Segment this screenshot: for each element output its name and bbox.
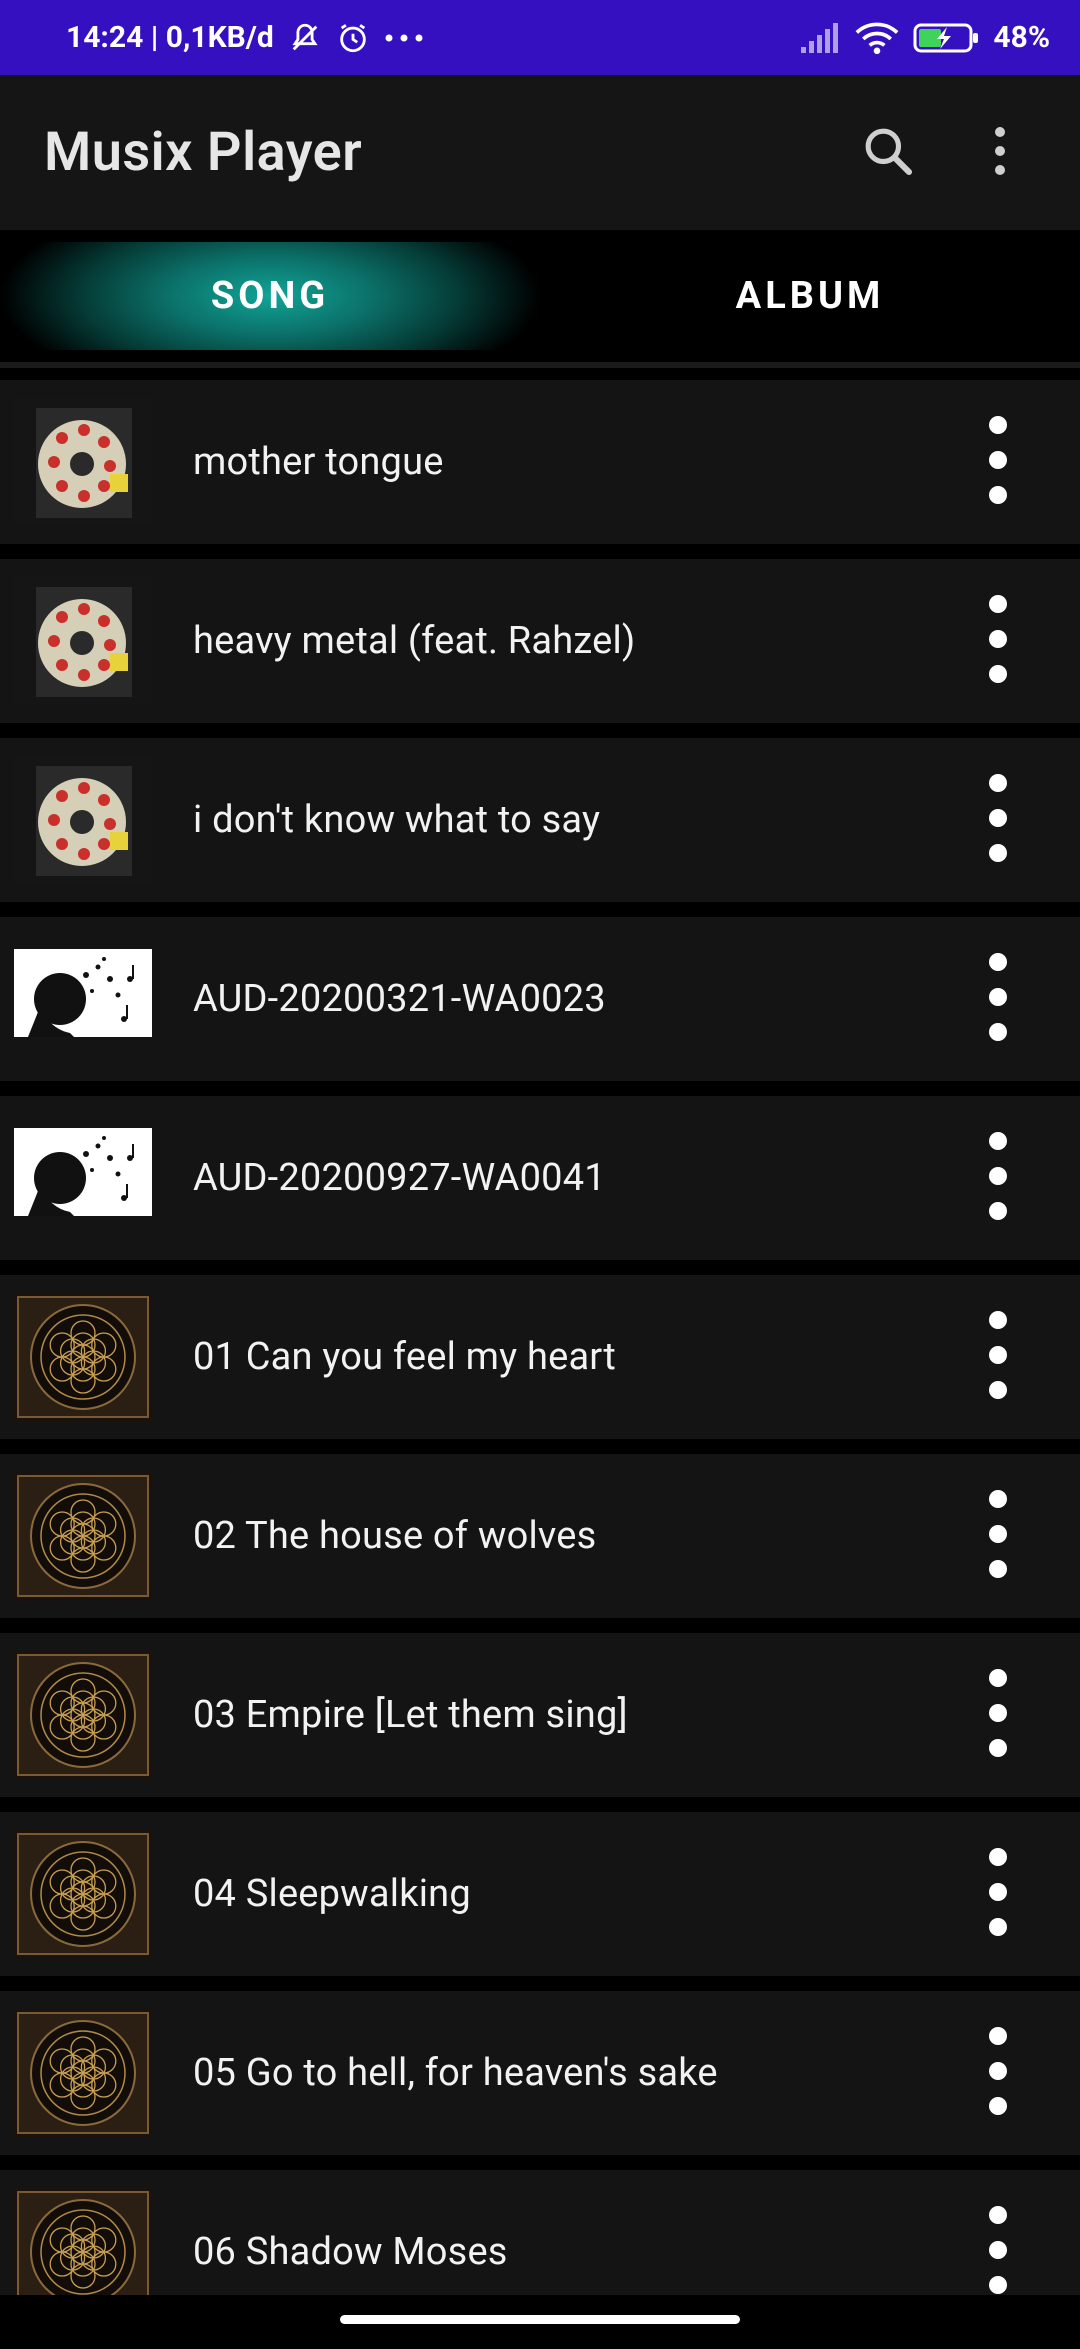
more-vert-icon xyxy=(987,951,1009,1047)
status-time: 14:24 | 0,1KB/d xyxy=(66,20,274,55)
song-title: 06 Shadow Moses xyxy=(193,2230,508,2274)
song-title: 04 Sleepwalking xyxy=(193,1872,471,1916)
song-options-button[interactable] xyxy=(968,1660,1028,1770)
home-gesture-handle[interactable] xyxy=(340,2315,740,2324)
album-art-thumbnail xyxy=(14,1830,152,1958)
song-row[interactable]: heavy metal (feat. Rahzel) xyxy=(0,559,1080,723)
song-options-button[interactable] xyxy=(968,765,1028,875)
album-art-thumbnail xyxy=(14,1472,152,1600)
app-title: Musix Player xyxy=(44,121,363,184)
more-vert-icon xyxy=(987,414,1009,510)
more-vert-icon xyxy=(987,772,1009,868)
alarm-icon xyxy=(336,21,370,55)
song-options-button[interactable] xyxy=(968,944,1028,1054)
more-vert-icon xyxy=(987,2204,1009,2300)
more-status-icon xyxy=(384,33,424,43)
song-title: 05 Go to hell, for heaven's sake xyxy=(193,2051,718,2095)
tab-song[interactable]: SONG xyxy=(0,242,540,350)
more-vert-icon xyxy=(987,1130,1009,1226)
overflow-menu-button[interactable] xyxy=(964,117,1036,189)
song-title: heavy metal (feat. Rahzel) xyxy=(193,619,636,663)
battery-charging-icon xyxy=(913,22,979,54)
album-art-thumbnail xyxy=(14,1114,152,1242)
tab-album[interactable]: ALBUM xyxy=(540,230,1080,362)
song-row[interactable]: i don't know what to say xyxy=(0,738,1080,902)
song-title: 01 Can you feel my heart xyxy=(193,1335,616,1379)
more-vert-icon xyxy=(987,1667,1009,1763)
song-options-button[interactable] xyxy=(968,2197,1028,2307)
song-row[interactable]: mother tongue xyxy=(0,380,1080,544)
song-options-button[interactable] xyxy=(968,407,1028,517)
song-title: 02 The house of wolves xyxy=(193,1514,597,1558)
battery-percent: 48% xyxy=(993,20,1050,55)
more-vert-icon xyxy=(987,1488,1009,1584)
song-title: i don't know what to say xyxy=(193,798,601,842)
album-art-thumbnail xyxy=(14,2009,152,2137)
more-vert-icon xyxy=(987,1309,1009,1405)
song-row[interactable]: AUD-20200927-WA0041 xyxy=(0,1096,1080,1260)
tab-divider xyxy=(0,362,1080,368)
album-art-thumbnail xyxy=(14,398,152,526)
tab-bar: SONG ALBUM xyxy=(0,230,1080,362)
song-title: AUD-20200927-WA0041 xyxy=(193,1156,606,1200)
album-art-thumbnail xyxy=(14,1293,152,1421)
song-row[interactable]: 01 Can you feel my heart xyxy=(0,1275,1080,1439)
song-row[interactable]: AUD-20200321-WA0023 xyxy=(0,917,1080,1081)
song-list: mother tongue heavy metal (feat. Rahzel)… xyxy=(0,380,1080,2349)
song-row[interactable]: 02 The house of wolves xyxy=(0,1454,1080,1618)
song-row[interactable]: 05 Go to hell, for heaven's sake xyxy=(0,1991,1080,2155)
song-options-button[interactable] xyxy=(968,1123,1028,1233)
song-title: 03 Empire [Let them sing] xyxy=(193,1693,628,1737)
song-options-button[interactable] xyxy=(968,2018,1028,2128)
more-vert-icon xyxy=(987,1846,1009,1942)
signal-icon xyxy=(801,22,841,53)
album-art-thumbnail xyxy=(14,935,152,1063)
status-bar: 14:24 | 0,1KB/d 48% xyxy=(0,0,1080,75)
app-bar: Musix Player xyxy=(0,75,1080,230)
more-vert-icon xyxy=(992,126,1008,180)
song-options-button[interactable] xyxy=(968,1481,1028,1591)
album-art-thumbnail xyxy=(14,1651,152,1779)
song-options-button[interactable] xyxy=(968,1302,1028,1412)
search-button[interactable] xyxy=(852,117,924,189)
search-icon xyxy=(860,123,916,183)
song-row[interactable]: 03 Empire [Let them sing] xyxy=(0,1633,1080,1797)
song-options-button[interactable] xyxy=(968,1839,1028,1949)
more-vert-icon xyxy=(987,2025,1009,2121)
song-title: AUD-20200321-WA0023 xyxy=(193,977,606,1021)
song-row[interactable]: 04 Sleepwalking xyxy=(0,1812,1080,1976)
more-vert-icon xyxy=(987,593,1009,689)
mute-notifications-icon xyxy=(288,21,322,55)
wifi-icon xyxy=(855,21,899,55)
album-art-thumbnail xyxy=(14,577,152,705)
song-options-button[interactable] xyxy=(968,586,1028,696)
album-art-thumbnail xyxy=(14,756,152,884)
navigation-bar xyxy=(0,2295,1080,2340)
song-title: mother tongue xyxy=(193,440,444,484)
